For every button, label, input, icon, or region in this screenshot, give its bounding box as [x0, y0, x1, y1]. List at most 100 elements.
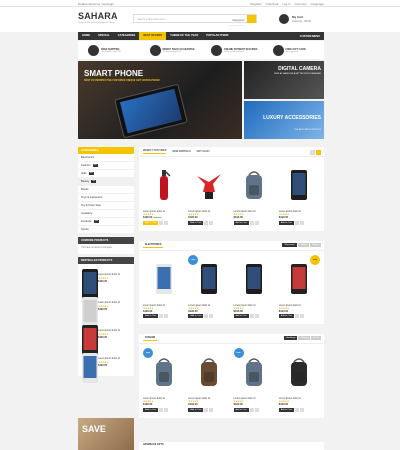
currency-select[interactable]: Currency	[294, 2, 306, 6]
compare-icon[interactable]	[299, 220, 304, 225]
nav-popular-items[interactable]: POPULAR ITEMS	[202, 32, 232, 40]
wishlist-icon[interactable]	[249, 407, 254, 412]
wishlist-icon[interactable]	[204, 220, 209, 225]
compare-icon[interactable]	[209, 407, 214, 412]
product-image[interactable]	[143, 255, 184, 303]
promo-banner[interactable]: SAVE	[78, 418, 134, 450]
product-card[interactable]: Lorem ipsum dolor sit ★★★★★ $190.00 Add to …	[233, 255, 275, 318]
add-to-cart-button[interactable]: Add to Cart	[233, 314, 249, 318]
search-button[interactable]	[247, 15, 256, 23]
product-card[interactable]: new Lorem ipsum dolor sit ★★★★★ $190.00 Add …	[233, 348, 275, 412]
section-tab[interactable]: WEEKLY FEATURED	[143, 149, 167, 154]
product-image[interactable]	[234, 161, 275, 209]
subtab[interactable]: Shoes	[311, 336, 321, 340]
product-image[interactable]	[143, 161, 184, 209]
nav-home[interactable]: HOME	[78, 32, 94, 40]
bestseller-image[interactable]	[81, 352, 98, 383]
add-to-cart-button[interactable]: Add to Cart	[143, 407, 159, 412]
add-to-cart-button[interactable]: Add to Cart	[278, 314, 294, 318]
product-card[interactable]: new Lorem ipsum dolor sit ★★★★★ $190.00 Add …	[188, 254, 229, 318]
compare-icon[interactable]	[209, 314, 214, 318]
mini-cart[interactable]: My Cart 0 item(s) - $0.00	[279, 13, 323, 27]
compare-icon[interactable]	[299, 407, 304, 412]
next-arrow-icon[interactable]: ›	[316, 149, 321, 155]
add-to-cart-button[interactable]: Add to Cart	[188, 314, 204, 318]
search-input[interactable]: Search entire store here...	[137, 18, 167, 21]
wishlist-icon[interactable]	[249, 314, 254, 318]
nav-theme-of-the-year[interactable]: THEME OF THE YEAR	[166, 32, 202, 40]
product-image[interactable]	[234, 255, 275, 303]
login-link[interactable]: Log in	[282, 2, 290, 6]
hero-banner[interactable]: SMART PHONE BEST OF PERSPECTIVE FOR DRIV…	[78, 61, 242, 139]
nav-categories[interactable]: CATEGORIES	[114, 32, 140, 40]
product-card[interactable]: new Lorem ipsum dolor sit ★★★★★ $190.00 Add …	[143, 348, 184, 412]
compare-icon[interactable]	[164, 314, 169, 318]
add-to-cart-button[interactable]: Add to Cart	[143, 220, 159, 225]
nav-best-offers[interactable]: BEST OFFERS	[139, 32, 167, 40]
compare-icon[interactable]	[254, 407, 259, 412]
add-to-cart-button[interactable]: Add to Cart	[278, 220, 294, 225]
add-to-cart-button[interactable]: Add to Cart	[188, 407, 204, 412]
add-to-cart-button[interactable]: Add to Cart	[188, 220, 204, 225]
bestseller-item[interactable]: Lorem ipsum dolor sit ★★★★★ $190.00	[78, 320, 134, 355]
section-tab[interactable]: NEW ARRIVALS	[172, 150, 190, 153]
product-image[interactable]: sale	[279, 254, 320, 303]
product-card[interactable]: Lorem ipsum dolor sit ★★★★★ $190.00 Add to …	[278, 348, 320, 412]
language-select[interactable]: Language	[311, 2, 324, 6]
wishlist-icon[interactable]	[294, 314, 299, 318]
product-card[interactable]: Lorem ipsum dolor sit ★★★★★ $190.00$200.00…	[143, 161, 184, 225]
product-image[interactable]: new	[188, 254, 229, 303]
bestseller-image[interactable]	[81, 296, 98, 327]
search-bar[interactable]: Search entire store here... Categories	[133, 14, 257, 26]
nav-custom-menu[interactable]: CUSTOM MENU	[300, 35, 324, 38]
prev-arrow-icon[interactable]: ‹	[310, 149, 315, 155]
compare-icon[interactable]	[299, 314, 304, 318]
wishlist-icon[interactable]	[249, 220, 254, 225]
bestseller-item[interactable]: Lorem ipsum dolor sit ★★★★★ $190.00	[78, 292, 134, 327]
product-image[interactable]: new	[233, 348, 275, 396]
subtab[interactable]: Laptops	[297, 242, 309, 247]
add-to-cart-button[interactable]: Add to Cart	[233, 220, 249, 225]
nav-special[interactable]: SPECIAL	[94, 32, 114, 40]
product-card[interactable]: Lorem ipsum dolor sit ★★★★★ $190.00 Add to …	[188, 161, 229, 225]
compare-icon[interactable]	[209, 220, 214, 225]
section-tab[interactable]: HOT SALE!	[197, 150, 210, 153]
subtab[interactable]: Phones	[309, 242, 321, 247]
logo[interactable]: SAHARA	[78, 11, 118, 21]
product-image[interactable]: new	[143, 348, 184, 396]
bestseller-item[interactable]: Lorem ipsum dolor sit ★★★★★ $190.00	[78, 264, 134, 299]
product-image[interactable]	[279, 348, 320, 396]
compare-icon[interactable]	[164, 407, 169, 412]
subtab[interactable]: Clothing	[298, 336, 311, 340]
product-image[interactable]	[188, 348, 229, 396]
wishlist-icon[interactable]	[294, 407, 299, 412]
wishlist-icon[interactable]	[159, 314, 164, 318]
product-card[interactable]: sale Lorem ipsum dolor sit ★★★★★ $190.00 Add…	[278, 254, 320, 318]
sidebar-item[interactable]: Sports	[78, 226, 134, 234]
search-category-select[interactable]: Categories	[229, 18, 245, 26]
wishlist-icon[interactable]	[204, 407, 209, 412]
product-image[interactable]	[188, 161, 229, 209]
add-to-cart-button[interactable]: Add to Cart	[278, 407, 294, 412]
wishlist-icon[interactable]	[204, 314, 209, 318]
product-card[interactable]: Lorem ipsum dolor sit ★★★★★ $190.00 Add to …	[143, 255, 184, 318]
product-card[interactable]: Lorem ipsum dolor sit ★★★★★ $190.00 Add to …	[278, 161, 320, 225]
bestseller-image[interactable]	[81, 268, 98, 299]
register-link[interactable]: Register	[250, 2, 261, 6]
wishlist-icon[interactable]	[159, 407, 164, 412]
compare-icon[interactable]	[254, 314, 259, 318]
compare-icon[interactable]	[164, 220, 169, 225]
subtab[interactable]: Handbags	[283, 336, 298, 340]
product-card[interactable]: Lorem ipsum dolor sit ★★★★★ $190.00 Add to …	[188, 348, 229, 412]
compare-icon[interactable]	[254, 220, 259, 225]
product-card[interactable]: Lorem ipsum dolor sit ★★★★★ $190.00 Add to …	[233, 161, 275, 225]
side-banner-camera[interactable]: DIGITAL CAMERA DISPLAY MAKES ME A BETTER…	[244, 61, 324, 99]
wishlist-icon[interactable]	[294, 220, 299, 225]
bestseller-item[interactable]: Lorem ipsum dolor sit ★★★★★ $190.00	[78, 348, 134, 383]
bestseller-image[interactable]	[81, 324, 98, 355]
product-image[interactable]	[279, 161, 320, 209]
add-to-cart-button[interactable]: Add to Cart	[233, 407, 249, 412]
side-banner-accessories[interactable]: LUXURY ACCESSORIES THE BEST EASY LIFESTY…	[244, 101, 324, 139]
wishlist-icon[interactable]	[159, 220, 164, 225]
checkout-link[interactable]: Checkout	[266, 2, 279, 6]
